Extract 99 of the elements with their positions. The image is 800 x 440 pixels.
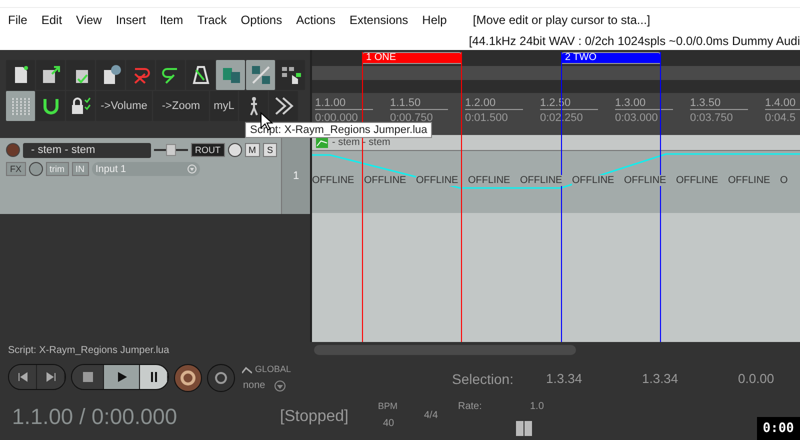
selection-value: 0.0.00 [738, 371, 774, 386]
toolbar-button[interactable]: ->Volume [96, 91, 152, 121]
region-marker[interactable]: 1 ONE [362, 52, 462, 64]
next-button[interactable] [37, 365, 65, 389]
offline-label: OFFLINE [728, 175, 770, 186]
track-number: 1 [281, 138, 310, 214]
ruler-time: 0:00.750 [390, 112, 434, 124]
stop-icon [82, 372, 92, 382]
offline-label: O [780, 175, 788, 186]
record-ring-icon [180, 370, 196, 386]
toolbar-button[interactable] [276, 60, 305, 90]
repeat-button[interactable] [207, 364, 235, 392]
menu-item[interactable]: File [8, 13, 36, 27]
region-marker[interactable]: 2 TWO [561, 52, 661, 64]
action-hint: [Move edit or play cursor to sta...] [472, 13, 650, 27]
grid-lines-icon [10, 95, 32, 117]
offline-label: OFFLINE [468, 175, 510, 186]
double-arrow-icon [272, 95, 294, 117]
selection-value: 1.3.34 [546, 371, 582, 386]
menu-item[interactable]: Options [240, 13, 290, 27]
time-signature: 4/4 [424, 410, 438, 421]
toolbar-button[interactable] [156, 60, 185, 90]
fx-button[interactable]: FX [6, 162, 26, 176]
position-readout: 1.1.00 / 0:00.000 [12, 404, 178, 430]
menu-item[interactable]: Track [197, 13, 235, 27]
take-name: - stem - stem [332, 137, 390, 148]
offline-label: OFFLINE [312, 175, 354, 186]
toolbar-button[interactable] [66, 91, 95, 121]
offline-label: OFFLINE [676, 175, 718, 186]
menu-item[interactable]: Insert [116, 13, 154, 27]
record-arm-button[interactable] [6, 143, 20, 157]
play-button[interactable] [104, 365, 140, 389]
toolbar-button[interactable] [6, 60, 35, 90]
bpm-value: 40 [383, 418, 394, 429]
ruler-time: 0:03.750 [690, 112, 734, 124]
mute-button[interactable]: M [244, 143, 260, 157]
stop-button[interactable] [72, 365, 104, 389]
pause-button[interactable] [140, 365, 168, 389]
audio-status: [44.1kHz 24bit WAV : 0/2ch 1024spls ~0.0/0.0ms Dummy Audi [468, 34, 800, 48]
ruler-time: 0:03.000 [615, 112, 659, 124]
selection-label: Selection: [452, 371, 514, 387]
menu-item[interactable]: Extensions [349, 13, 416, 27]
menu-item[interactable]: Edit [41, 13, 70, 27]
offline-label: OFFLINE [572, 175, 614, 186]
play-icon [116, 372, 126, 382]
bpm-label: BPM [378, 401, 398, 411]
toolbar-button[interactable] [186, 60, 215, 90]
ruler-beat: 1.2.00 [465, 97, 523, 110]
rate-slider-thumb[interactable] [516, 421, 532, 436]
status-text: Script: X-Raym_Regions Jumper.lua [8, 344, 170, 356]
track-name-field[interactable]: - stem - stem [23, 142, 151, 158]
phase-button[interactable] [28, 162, 43, 176]
offline-label: OFFLINE [520, 175, 562, 186]
ruler-time: 0:04.5 [765, 112, 797, 124]
lock-icon [70, 95, 92, 117]
offline-label: OFFLINE [416, 175, 458, 186]
rate-label: Rate: [458, 401, 482, 412]
toolbar-button[interactable] [239, 91, 268, 121]
record-button[interactable] [174, 364, 202, 392]
automation-icon [242, 366, 252, 374]
menu-item[interactable]: Actions [296, 13, 344, 27]
horizontal-scrollbar[interactable] [314, 345, 576, 355]
envelope-icon [316, 138, 328, 148]
toolbar-button[interactable]: myL [210, 91, 238, 121]
dropdown-icon [186, 164, 197, 174]
offline-label: OFFLINE [364, 175, 406, 186]
previous-button[interactable] [9, 365, 37, 389]
dropdown-icon [274, 380, 286, 392]
toolbar-button[interactable]: ->Zoom [153, 91, 209, 121]
pan-knob[interactable] [228, 143, 242, 157]
ruler-time: 0:01.500 [465, 112, 509, 124]
automation-mode: none [243, 380, 266, 391]
menu-item[interactable]: View [76, 13, 110, 27]
route-button[interactable]: ROUT [191, 143, 224, 157]
automation-label: GLOBAL [255, 364, 292, 374]
pause-icon [150, 372, 158, 382]
selection-value: 1.3.34 [642, 371, 678, 386]
toolbar-button[interactable] [66, 60, 95, 90]
ruler-beat: 1.1.50 [390, 97, 448, 110]
media-item[interactable]: - stem - stem OFFLINE OFFLINE OFFLINE OFFLINE OFFLINE OFFLINE OFFLINE OFFLINE OFFLINE O [312, 135, 800, 213]
recording-timer: 0:00 [756, 417, 800, 440]
grid-hand-icon [280, 64, 302, 86]
rate-value: 1.0 [530, 401, 544, 412]
offline-label: OFFLINE [624, 175, 666, 186]
unlink-squares-icon [250, 64, 272, 86]
toolbar-button[interactable] [96, 60, 125, 90]
ruler-beat: 1.3.50 [690, 97, 748, 110]
menu-item[interactable]: Item [160, 13, 192, 27]
solo-button[interactable]: S [263, 143, 278, 157]
toolbar-button[interactable] [36, 60, 65, 90]
ruler-beat: 1.4.00 [765, 97, 800, 110]
skip-forward-icon [46, 372, 56, 382]
toolbar-button[interactable] [269, 91, 298, 121]
loop-icon [214, 371, 228, 385]
toolbar-button[interactable] [36, 91, 65, 121]
skip-back-icon [18, 372, 28, 382]
play-state: [Stopped] [280, 408, 348, 426]
menu-item[interactable]: Help [422, 13, 455, 27]
ruler-time: 0:00.000 [315, 112, 359, 124]
